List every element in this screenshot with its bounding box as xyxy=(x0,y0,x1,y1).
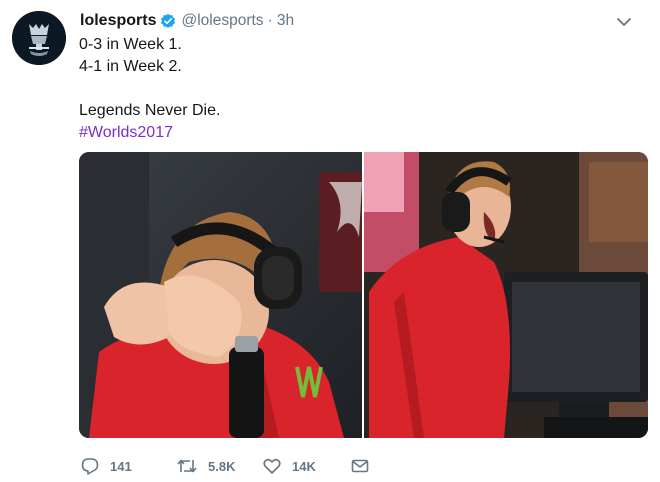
heart-icon xyxy=(263,458,281,474)
worlds-trophy-logo-icon xyxy=(12,11,66,65)
tweet-text-line: Legends Never Die. xyxy=(79,102,221,119)
envelope-icon xyxy=(351,459,369,473)
display-name[interactable]: lolesports xyxy=(80,12,156,30)
tweet-media xyxy=(79,152,648,438)
retweet-button[interactable]: 5.8K xyxy=(176,456,262,476)
tweet-text-line: 0-3 in Week 1. xyxy=(79,36,182,53)
reply-button[interactable]: 141 xyxy=(80,456,176,476)
like-button[interactable]: 14K xyxy=(262,456,350,476)
reply-count: 141 xyxy=(110,458,132,474)
user-handle[interactable]: @lolesports xyxy=(181,12,263,30)
like-count: 14K xyxy=(292,458,316,474)
avatar[interactable] xyxy=(12,11,66,65)
tweet-text: 0-3 in Week 1. 4-1 in Week 2. Legends Ne… xyxy=(79,34,619,144)
tweet-timestamp[interactable]: 3h xyxy=(277,12,294,30)
hashtag-link[interactable]: #Worlds2017 xyxy=(79,122,619,144)
header-separator: · xyxy=(267,12,273,29)
tweet-actions: 141 5.8K 14K xyxy=(80,455,370,477)
retweet-count: 5.8K xyxy=(208,458,236,474)
player-celebrating-photo[interactable] xyxy=(364,152,648,438)
tweet-text-line xyxy=(79,78,619,100)
player-facepalm-photo[interactable] xyxy=(79,152,362,438)
direct-message-button[interactable] xyxy=(350,456,370,476)
verified-badge-icon xyxy=(160,13,176,29)
chevron-down-icon[interactable] xyxy=(614,12,634,32)
tweet-text-line: 4-1 in Week 2. xyxy=(79,58,182,75)
retweet-icon xyxy=(177,459,197,473)
reply-icon xyxy=(81,458,99,475)
tweet-header: lolesports @lolesports · 3h xyxy=(80,10,640,32)
